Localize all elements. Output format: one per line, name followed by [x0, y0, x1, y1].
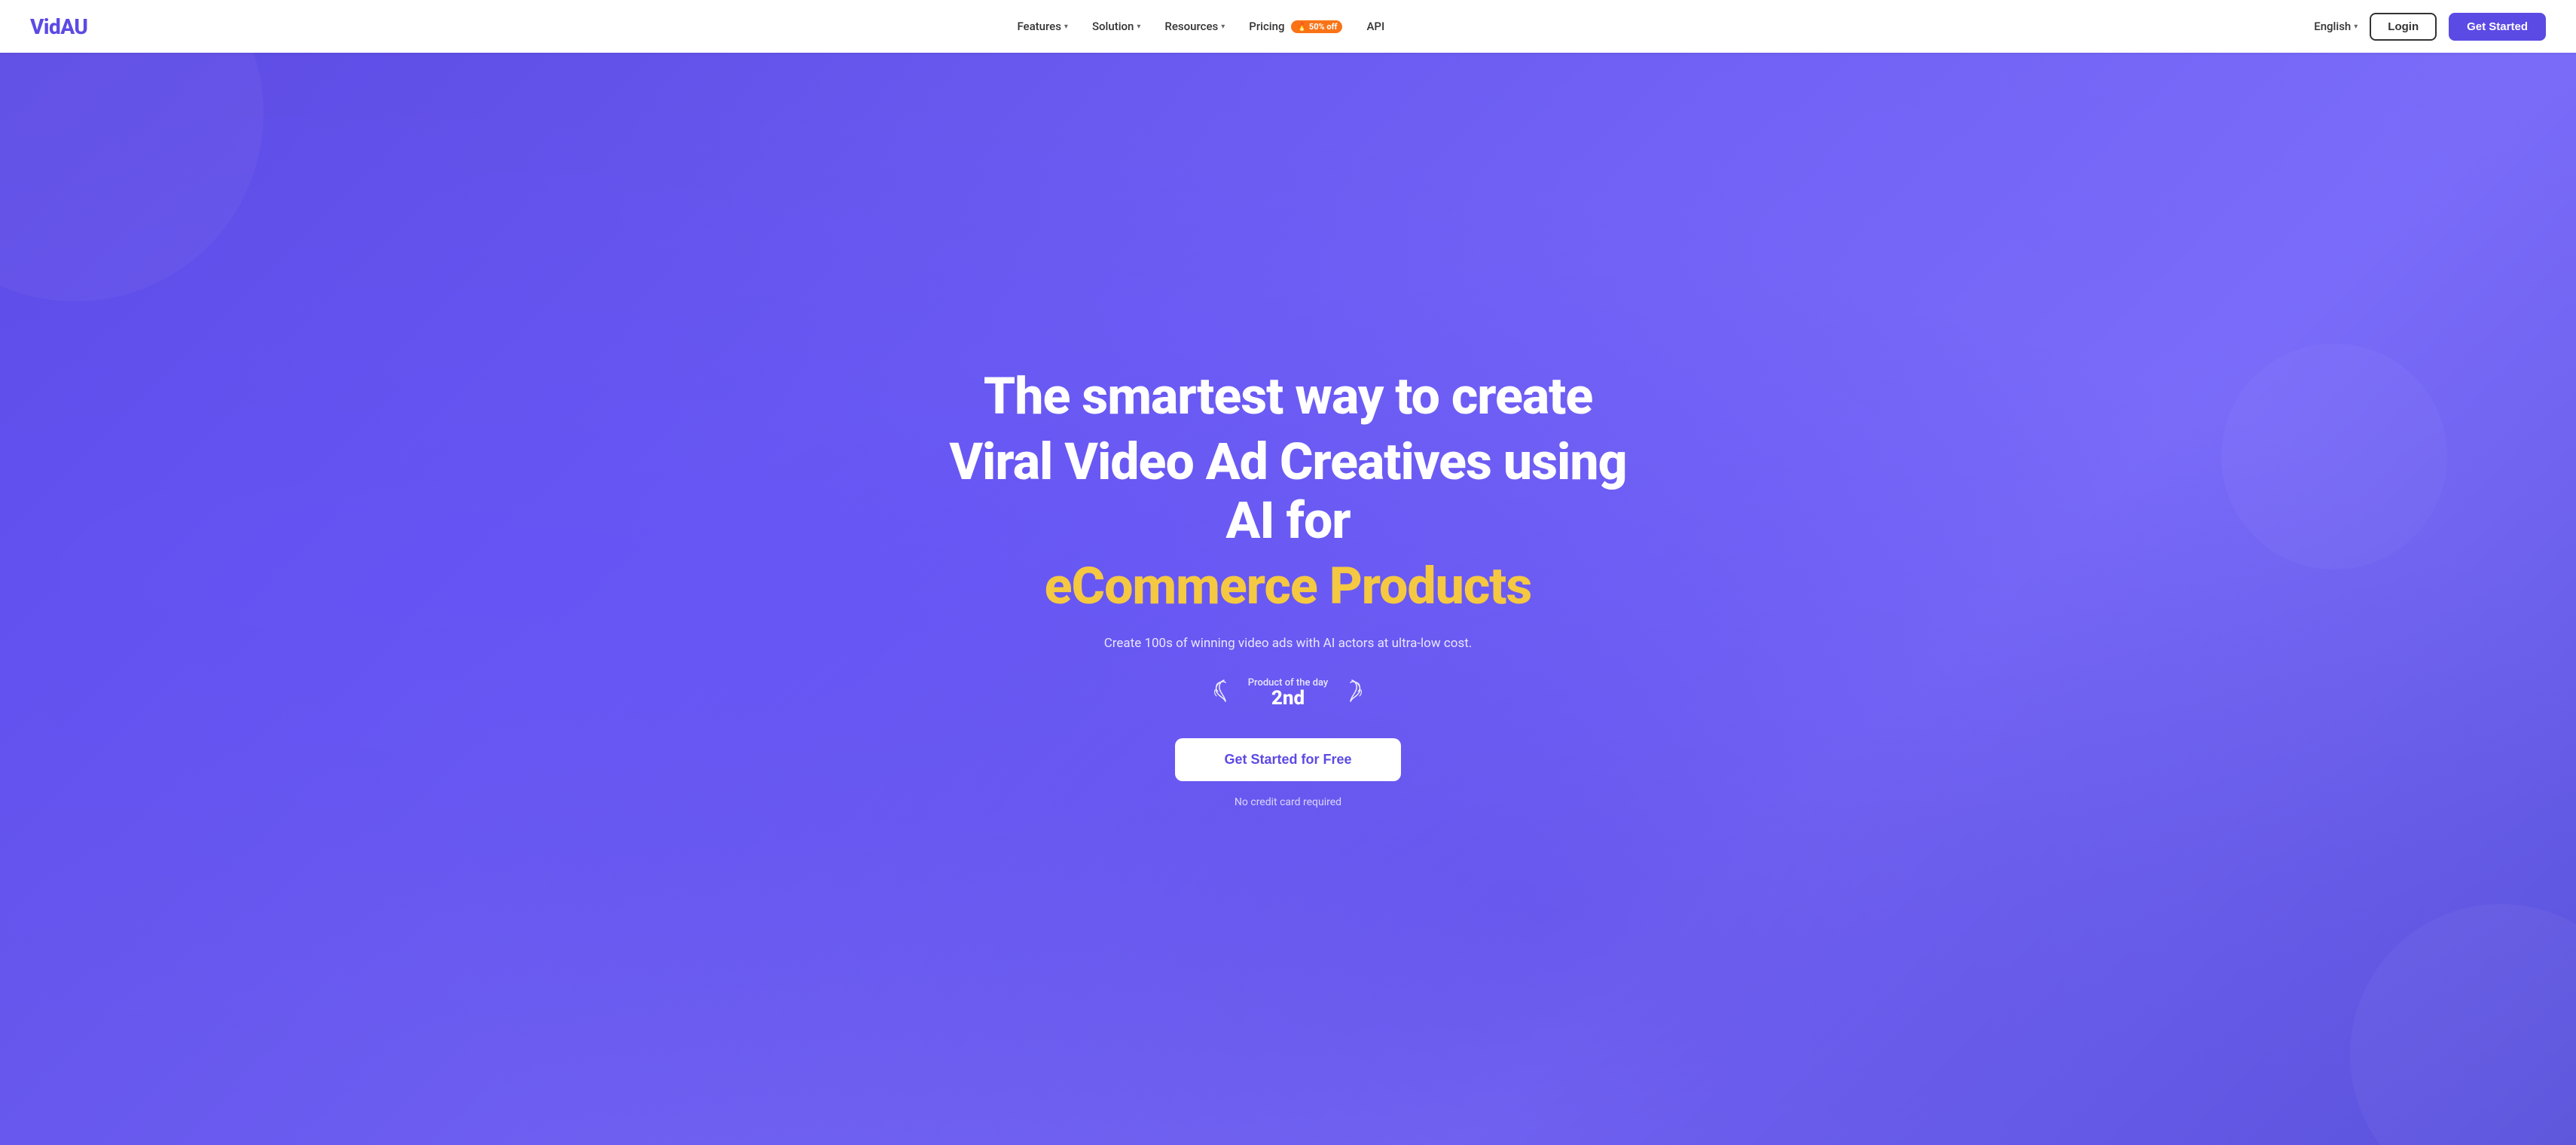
product-hunt-rank: 2nd: [1248, 689, 1329, 708]
bg-decoration-3: [2221, 344, 2447, 569]
nav-solution[interactable]: Solution ▾: [1092, 20, 1140, 33]
chevron-down-icon: ▾: [2354, 23, 2358, 31]
language-selector[interactable]: English ▾: [2314, 20, 2358, 33]
nav-center: Features ▾ Solution ▾ Resources ▾ Pricin…: [1017, 20, 1384, 33]
nav-features[interactable]: Features ▾: [1017, 20, 1068, 33]
hero-section: The smartest way to create Viral Video A…: [0, 0, 2576, 1145]
nav-pricing[interactable]: Pricing 🔥 50% off: [1249, 20, 1342, 33]
nav-features-label: Features: [1017, 20, 1061, 33]
chevron-down-icon: ▾: [1221, 23, 1225, 31]
login-button[interactable]: Login: [2370, 13, 2437, 41]
navbar-right: English ▾ Login Get Started: [2314, 13, 2546, 41]
laurel-right-icon: [1335, 675, 1366, 711]
no-credit-text: No credit card required: [1235, 796, 1341, 808]
product-hunt-text: Product of the day 2nd: [1248, 677, 1329, 708]
laurel-left-icon: [1210, 675, 1241, 711]
nav-resources[interactable]: Resources ▾: [1164, 20, 1225, 33]
hero-content: The smartest way to create Viral Video A…: [949, 367, 1627, 808]
nav-resources-label: Resources: [1164, 20, 1218, 33]
chevron-down-icon: ▾: [1064, 23, 1068, 31]
hero-title-line1: The smartest way to create: [949, 367, 1627, 426]
hero-title-line2: Viral Video Ad Creatives using AI for: [949, 432, 1627, 550]
pricing-discount-badge: 🔥 50% off: [1291, 20, 1342, 33]
nav-api-label: API: [1366, 20, 1384, 33]
product-hunt-badge: Product of the day 2nd: [949, 675, 1627, 711]
chevron-down-icon: ▾: [1137, 23, 1140, 31]
nav-solution-label: Solution: [1092, 20, 1134, 33]
hero-title-highlight: eCommerce Products: [949, 556, 1627, 618]
nav-api[interactable]: API: [1366, 20, 1384, 33]
navbar: VidAU Features ▾ Solution ▾ Resources ▾ …: [0, 0, 2576, 53]
get-started-nav-button[interactable]: Get Started: [2449, 13, 2546, 41]
language-label: English: [2314, 20, 2351, 33]
nav-pricing-label: Pricing: [1249, 20, 1284, 33]
get-started-free-button[interactable]: Get Started for Free: [1175, 738, 1401, 781]
bg-decoration-2: [2350, 904, 2576, 1145]
hero-subtitle: Create 100s of winning video ads with AI…: [949, 636, 1627, 651]
logo[interactable]: VidAU: [30, 14, 87, 39]
